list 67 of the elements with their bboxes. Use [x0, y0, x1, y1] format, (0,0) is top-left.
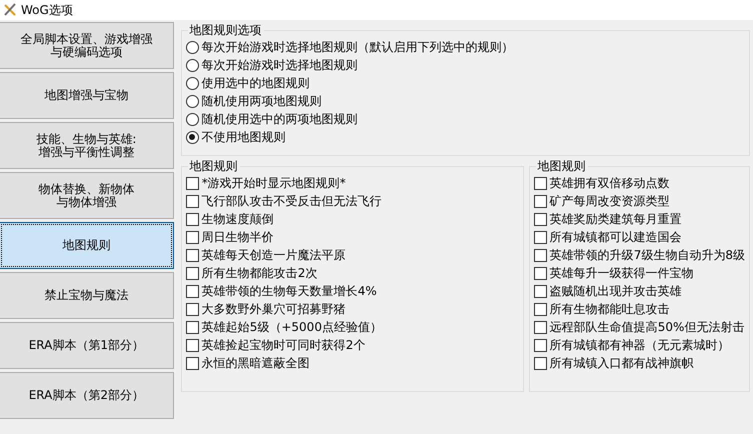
checkbox[interactable] [186, 338, 199, 352]
sidebar-tab[interactable]: 全局脚本设置、游戏增强 与硬编码选项 [0, 22, 174, 69]
option-label: 生物速度颠倒 [202, 210, 274, 228]
sidebar-tab[interactable]: 地图规则 [0, 222, 174, 269]
option-label: 所有生物都能吐息攻击 [550, 300, 670, 318]
checkbox[interactable] [186, 356, 199, 370]
checkbox-option[interactable]: 矿产每周改变资源类型 [534, 192, 670, 210]
checkbox[interactable] [186, 248, 199, 262]
group-title: 地图规则 [536, 159, 588, 173]
crossed-tools-icon [3, 3, 17, 17]
option-label: 所有城镇都可以建造国会 [550, 228, 682, 246]
checkbox[interactable] [534, 266, 547, 280]
checkbox-option[interactable]: 所有城镇都可以建造国会 [534, 228, 682, 246]
radio-button[interactable] [186, 130, 199, 144]
checkbox[interactable] [534, 356, 547, 370]
option-label: 永恒的黑暗遮蔽全图 [202, 354, 310, 372]
checkbox[interactable] [534, 320, 547, 334]
sidebar-tab[interactable]: ERA脚本（第1部分） [0, 322, 174, 369]
checkbox[interactable] [186, 284, 199, 298]
checkbox[interactable] [186, 320, 199, 334]
group-title: 地图规则选项 [188, 23, 264, 37]
option-label: 随机使用两项地图规则 [202, 92, 322, 110]
checkbox[interactable] [534, 176, 547, 190]
window-title: WoG选项 [21, 2, 73, 18]
checkbox[interactable] [534, 284, 547, 298]
checkbox-option[interactable]: 所有生物都能攻击2次 [186, 264, 318, 282]
radio-option[interactable]: 不使用地图规则 [186, 128, 286, 146]
checkbox[interactable] [534, 194, 547, 208]
checkbox-option[interactable]: 周日生物半价 [186, 228, 274, 246]
option-label: 矿产每周改变资源类型 [550, 192, 670, 210]
option-label: 使用选中的地图规则 [202, 74, 310, 92]
sidebar-tab[interactable]: 禁止宝物与魔法 [0, 272, 174, 319]
checkbox[interactable] [534, 338, 547, 352]
checkbox[interactable] [534, 230, 547, 244]
group-title: 地图规则 [188, 159, 240, 173]
checkbox-option[interactable]: 所有生物都能吐息攻击 [534, 300, 670, 318]
checkbox[interactable] [186, 230, 199, 244]
option-label: 不使用地图规则 [202, 128, 286, 146]
checkbox[interactable] [186, 212, 199, 226]
radio-button[interactable] [186, 58, 199, 72]
checkbox[interactable] [186, 302, 199, 316]
option-label: 所有生物都能攻击2次 [202, 264, 318, 282]
checkbox[interactable] [534, 212, 547, 226]
checkbox-option[interactable]: 永恒的黑暗遮蔽全图 [186, 354, 310, 372]
checkbox[interactable] [534, 248, 547, 262]
checkbox[interactable] [186, 176, 199, 190]
checkbox-option[interactable]: 英雄拥有双倍移动点数 [534, 174, 670, 192]
radio-button[interactable] [186, 40, 199, 54]
checkbox[interactable] [186, 194, 199, 208]
checkbox-option[interactable]: 生物速度颠倒 [186, 210, 274, 228]
sidebar-tab[interactable]: 地图增强与宝物 [0, 72, 174, 119]
checkbox[interactable] [534, 302, 547, 316]
option-label: 周日生物半价 [202, 228, 274, 246]
option-label: 英雄奖励类建筑每月重置 [550, 210, 682, 228]
sidebar-tab[interactable]: 技能、生物与英雄: 增强与平衡性调整 [0, 122, 174, 169]
checkbox[interactable] [186, 266, 199, 280]
radio-option[interactable]: 使用选中的地图规则 [186, 74, 310, 92]
radio-button[interactable] [186, 76, 199, 90]
sidebar-tab[interactable]: 物体替换、新物体 与物体增强 [0, 172, 174, 219]
option-label: 英雄拥有双倍移动点数 [550, 174, 670, 192]
radio-button[interactable] [186, 112, 199, 126]
radio-button[interactable] [186, 94, 199, 108]
sidebar-tab[interactable]: ERA脚本（第2部分） [0, 372, 174, 419]
radio-option[interactable]: 随机使用两项地图规则 [186, 92, 322, 110]
option-label: 盗贼随机出现并攻击英雄 [550, 282, 682, 300]
checkbox-option[interactable]: 盗贼随机出现并攻击英雄 [534, 282, 682, 300]
checkbox-option[interactable]: 英雄奖励类建筑每月重置 [534, 210, 682, 228]
